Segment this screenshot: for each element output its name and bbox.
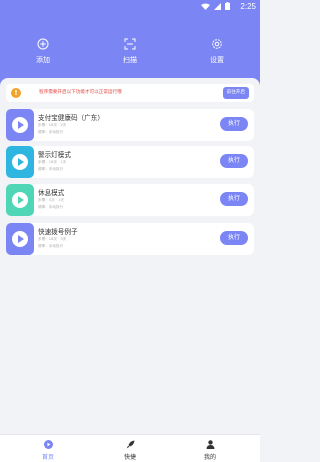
task-card[interactable]: 快速拨号例子 步骤：18次 · 3天 频率：手动执行 执行 — [6, 223, 254, 255]
task-frequency: 频率：手动执行 — [38, 130, 64, 134]
add-label: 添加 — [36, 56, 50, 64]
run-button[interactable]: 执行 — [220, 117, 248, 131]
rocket-icon — [126, 440, 134, 449]
tab-shortcuts-label: 快捷 — [123, 454, 136, 461]
run-button[interactable]: 执行 — [220, 231, 248, 245]
run-button[interactable]: 执行 — [220, 154, 248, 168]
task-title: 警示灯模式 — [38, 151, 71, 159]
settings-label: 设置 — [210, 56, 224, 64]
permission-notice: ! 程序需要开启以下功能才可以正常运行哦 前往开启 — [6, 84, 254, 102]
warning-icon: ! — [11, 88, 21, 98]
play-icon — [12, 154, 28, 170]
person-icon — [206, 440, 214, 449]
battery-icon — [225, 2, 230, 10]
task-thumbnail — [6, 184, 34, 216]
run-button[interactable]: 执行 — [220, 192, 248, 206]
play-icon — [12, 192, 28, 208]
task-thumbnail — [6, 146, 34, 178]
task-card[interactable]: 休息模式 步骤：5次 · 1天 频率：手动执行 执行 — [6, 184, 254, 216]
settings-button[interactable]: 设置 — [197, 38, 237, 65]
task-frequency: 频率：手动执行 — [38, 205, 64, 209]
tab-mine[interactable]: 我的 — [190, 440, 230, 461]
play-icon — [12, 231, 28, 247]
task-title: 支付宝健康码（广东） — [38, 114, 104, 122]
add-button[interactable]: 添加 — [23, 38, 63, 65]
tab-home[interactable]: 首页 — [28, 440, 68, 461]
scan-label: 扫描 — [123, 56, 137, 64]
tab-mine-label: 我的 — [203, 454, 216, 461]
task-steps: 步骤：18次 · 1天 — [38, 160, 67, 164]
tab-shortcuts[interactable]: 快捷 — [110, 440, 150, 461]
task-title: 休息模式 — [38, 189, 65, 197]
status-time: 2:25 — [240, 2, 256, 11]
task-card[interactable]: 支付宝健康码（广东） 步骤：18次 · 2天 频率：手动执行 执行 — [6, 109, 254, 141]
tab-home-label: 首页 — [41, 454, 54, 461]
wifi-icon — [201, 3, 210, 10]
notice-text: 程序需要开启以下功能才可以正常运行哦 — [39, 90, 122, 95]
top-actions: 添加 扫描 设置 — [0, 38, 260, 68]
play-icon — [12, 117, 28, 133]
task-thumbnail — [6, 109, 34, 141]
task-steps: 步骤：18次 · 3天 — [38, 237, 67, 241]
status-bar: 2:25 — [0, 0, 260, 14]
task-frequency: 频率：手动执行 — [38, 244, 64, 248]
task-card[interactable]: 警示灯模式 步骤：18次 · 1天 频率：手动执行 执行 — [6, 146, 254, 178]
bottom-tab-bar: 首页 快捷 我的 — [0, 434, 260, 462]
enable-permission-button[interactable]: 前往开启 — [222, 87, 249, 99]
task-frequency: 频率：手动执行 — [38, 167, 64, 171]
scan-button[interactable]: 扫描 — [110, 38, 150, 65]
task-title: 快速拨号例子 — [38, 228, 78, 236]
signal-icon — [214, 2, 221, 10]
scan-icon — [124, 38, 136, 50]
gear-icon — [212, 39, 222, 49]
task-steps: 步骤：5次 · 1天 — [38, 198, 64, 202]
plus-circle-icon — [37, 38, 49, 50]
task-steps: 步骤：18次 · 2天 — [38, 123, 67, 127]
play-circle-icon — [43, 440, 53, 449]
main-content: ! 程序需要开启以下功能才可以正常运行哦 前往开启 支付宝健康码（广东） 步骤：… — [0, 78, 260, 434]
task-thumbnail — [6, 223, 34, 255]
